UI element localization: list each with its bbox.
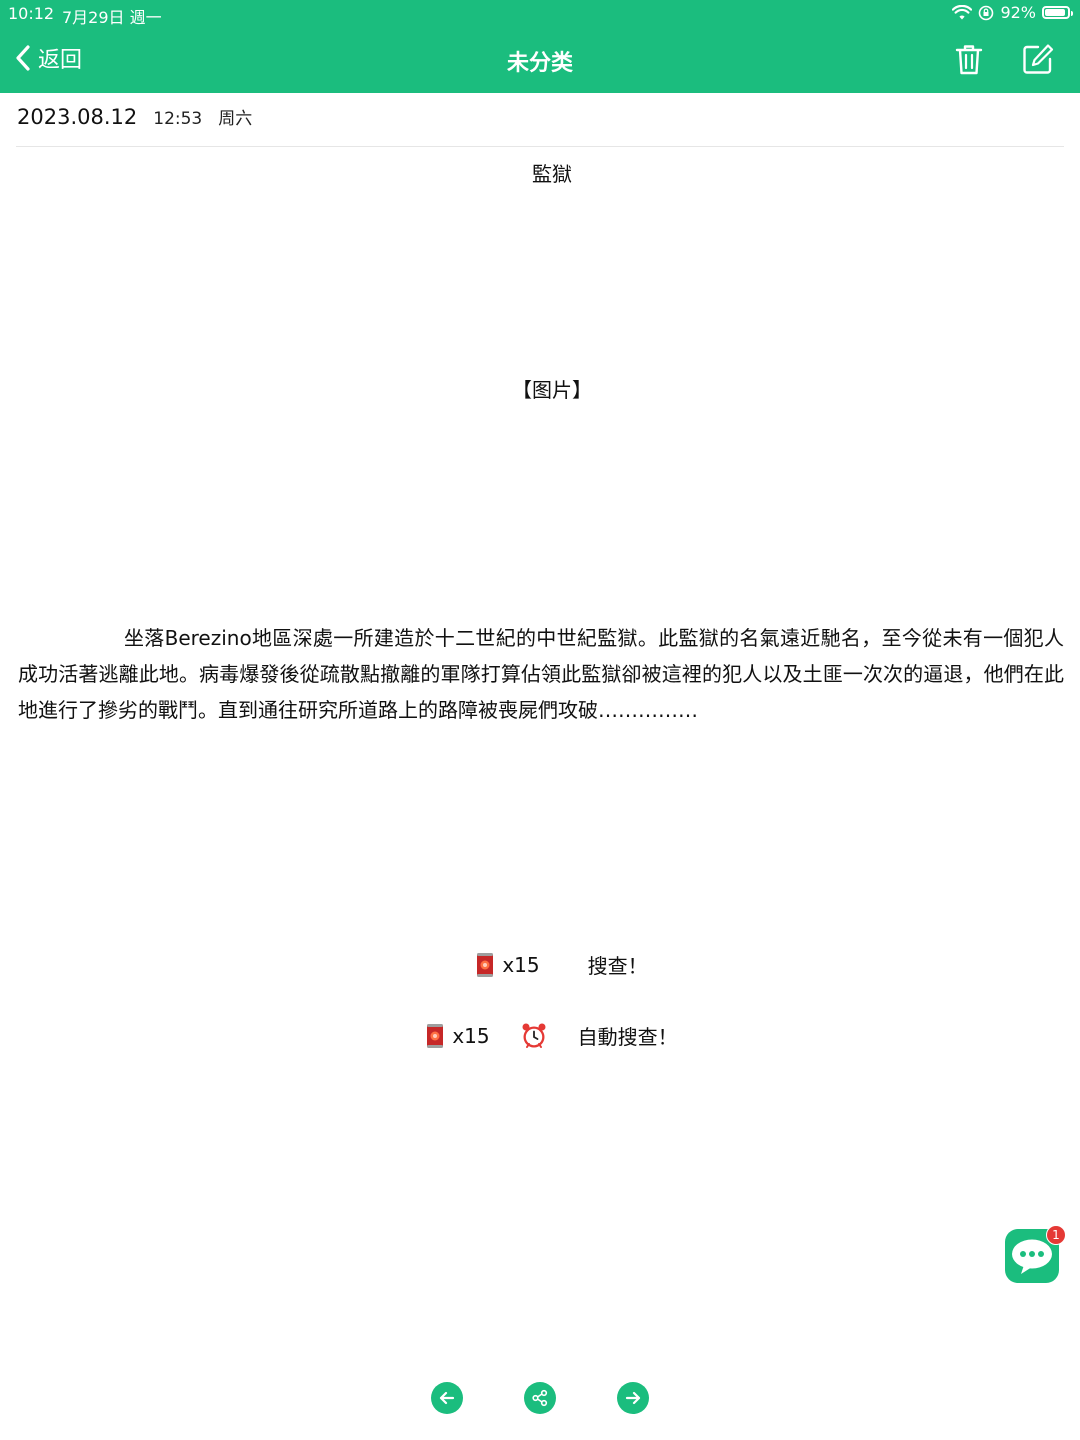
share-button[interactable] xyxy=(524,1382,556,1414)
note-time: 12:53 xyxy=(153,109,203,129)
orientation-lock-icon xyxy=(979,5,994,20)
next-note-button[interactable] xyxy=(617,1382,649,1414)
arrow-right-icon xyxy=(625,1391,641,1405)
canned-food-icon xyxy=(477,952,494,977)
search-cost: x15 xyxy=(502,952,540,977)
page-title: 未分类 xyxy=(506,51,573,76)
previous-note-button[interactable] xyxy=(431,1382,463,1414)
edit-icon[interactable] xyxy=(1021,42,1055,76)
note-date-row: 2023.08.12 12:53 周六 xyxy=(17,104,252,129)
screen: 10:12 7月29日 週一 92% 返回 未分类 2023.08.12 12:… xyxy=(0,0,1080,1440)
note-date: 2023.08.12 xyxy=(17,105,138,129)
trash-icon[interactable] xyxy=(952,42,986,76)
auto-search-action-row: x15 自動搜查！ xyxy=(0,1021,1080,1050)
divider xyxy=(16,146,1064,147)
image-placeholder: 【图片】 xyxy=(512,378,592,402)
battery-icon xyxy=(1042,6,1073,19)
auto-search-button[interactable]: 自動搜查！ xyxy=(578,1021,678,1050)
note-body: 坐落Berezino地區深處一所建造於十二世紀的中世紀監獄。此監獄的名氣遠近馳名… xyxy=(18,626,1064,722)
canned-food-icon xyxy=(427,1023,444,1048)
battery-percent: 92% xyxy=(1000,3,1036,22)
navigation-bar: 返回 未分类 xyxy=(0,28,1080,93)
status-indicators: 92% xyxy=(952,3,1073,22)
arrow-left-icon xyxy=(439,1391,455,1405)
status-date: 7月29日 週一 xyxy=(62,8,162,27)
status-bar: 10:12 7月29日 週一 92% xyxy=(0,0,1080,28)
note-title: 監獄 xyxy=(532,162,572,186)
alarm-clock-icon xyxy=(522,1023,546,1048)
top-bar: 10:12 7月29日 週一 92% 返回 未分类 xyxy=(0,0,1080,93)
battery-level xyxy=(1045,9,1066,16)
wifi-icon xyxy=(952,4,973,19)
auto-search-cost: x15 xyxy=(452,1023,490,1048)
share-icon xyxy=(532,1389,548,1407)
search-button[interactable]: 搜查！ xyxy=(588,950,648,979)
note-weekday: 周六 xyxy=(218,109,253,129)
search-action-row: x15 搜查！ xyxy=(0,950,1080,979)
chat-badge: 1 xyxy=(1046,1225,1066,1245)
status-time: 10:12 xyxy=(8,4,55,23)
